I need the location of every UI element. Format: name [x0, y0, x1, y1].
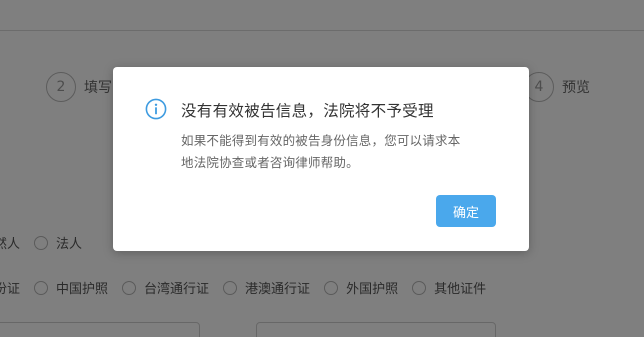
alert-dialog: 没有有效被告信息，法院将不予受理 如果不能得到有效的被告身份信息，您可以请求本 … [113, 67, 529, 251]
dialog-title: 没有有效被告信息，法院将不予受理 [181, 102, 434, 120]
dialog-content: 如果不能得到有效的被告身份信息，您可以请求本 地法院协查或者咨询律师帮助。 [181, 130, 501, 174]
dialog-content-line: 地法院协查或者咨询律师帮助。 [181, 155, 359, 170]
dialog-content-line: 如果不能得到有效的被告身份信息，您可以请求本 [181, 133, 461, 148]
ok-button[interactable]: 确定 [436, 195, 496, 227]
info-icon [145, 98, 167, 120]
